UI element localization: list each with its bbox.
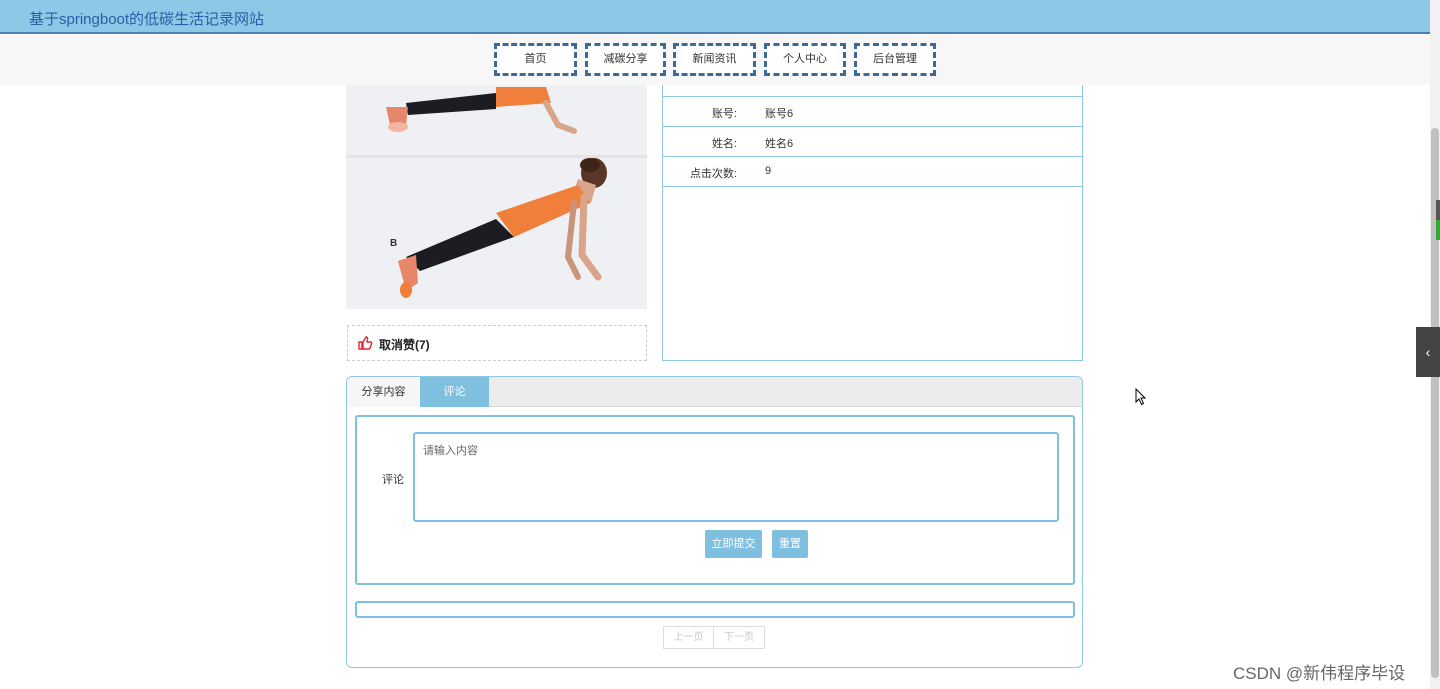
info-row-cut	[663, 67, 1082, 97]
like-label: 取消赞(7)	[379, 338, 430, 352]
nav-item-share[interactable]: 减碳分享	[585, 43, 666, 76]
watermark: CSDN @新伟程序毕设	[1233, 664, 1406, 683]
prev-page-button[interactable]: 上一页	[664, 627, 714, 648]
nav-item-home[interactable]: 首页	[494, 43, 577, 76]
pagination: 上一页 下一页	[663, 626, 765, 649]
photo-letter: B	[390, 238, 397, 249]
next-page-button[interactable]: 下一页	[714, 627, 764, 648]
mouse-cursor-icon	[1135, 388, 1147, 406]
share-info-panel: 账号: 账号6 姓名: 姓名6 点击次数: 9	[662, 85, 1083, 361]
info-label: 账号:	[711, 108, 737, 120]
info-row-clicks: 点击次数: 9	[663, 157, 1082, 187]
detail-tabs: 分享内容 评论 评论 立即提交 重置 上一页 下一页	[346, 376, 1083, 668]
comment-input[interactable]	[413, 432, 1059, 522]
info-value: 账号6	[765, 108, 794, 120]
info-label: 点击次数:	[689, 168, 737, 180]
comment-form: 评论 立即提交 重置	[355, 415, 1075, 585]
header-bar: 基于springboot的低碳生活记录网站	[0, 0, 1430, 34]
info-row-account: 账号: 账号6	[663, 97, 1082, 127]
comment-label: 评论	[382, 474, 404, 486]
tab-bar: 分享内容 评论	[347, 377, 1082, 407]
comment-list	[355, 601, 1075, 618]
share-photo: B	[346, 85, 647, 309]
info-value: 姓名6	[765, 138, 794, 150]
submit-button[interactable]: 立即提交	[705, 530, 762, 558]
reset-button[interactable]: 重置	[772, 530, 808, 558]
info-label: 姓名:	[711, 138, 737, 150]
info-row-name: 姓名: 姓名6	[663, 127, 1082, 157]
tab-comments[interactable]: 评论	[420, 377, 489, 407]
tab-share-content[interactable]: 分享内容	[347, 377, 420, 407]
thumbs-up-icon	[358, 336, 373, 350]
scroll-indicator	[1436, 200, 1440, 240]
info-value: 9	[765, 165, 772, 177]
side-panel-toggle[interactable]: ‹	[1416, 327, 1440, 377]
like-toggle[interactable]: 取消赞(7)	[347, 325, 647, 361]
site-title: 基于springboot的低碳生活记录网站	[29, 11, 265, 28]
